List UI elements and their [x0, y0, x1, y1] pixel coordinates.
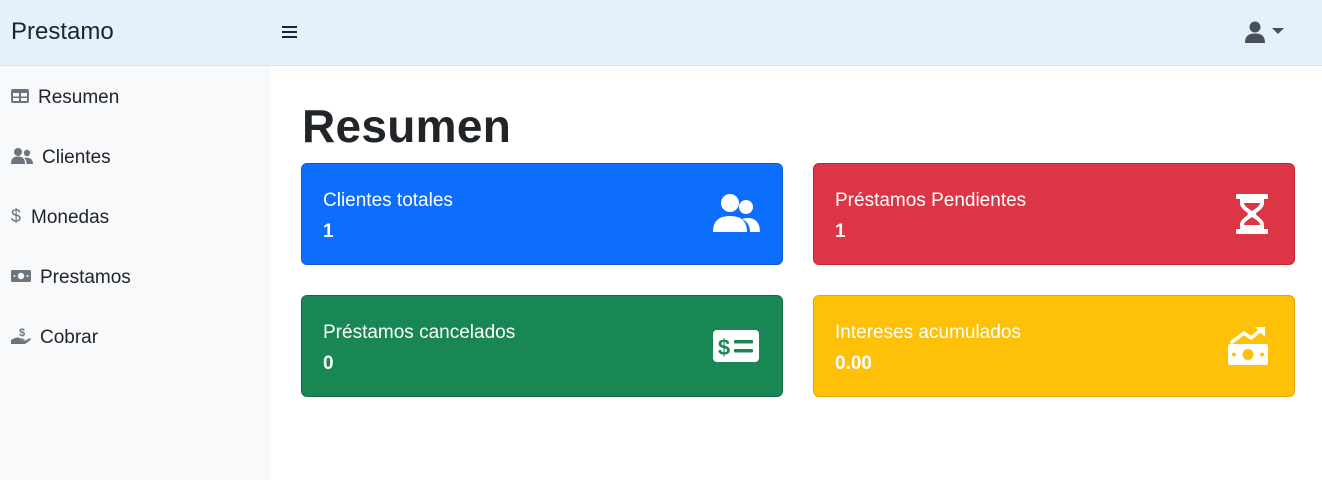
card-label: Préstamos cancelados: [323, 322, 516, 343]
svg-text:$: $: [19, 327, 25, 339]
sidebar-item-label: Clientes: [42, 147, 111, 168]
sidebar-toggle-button[interactable]: [280, 22, 300, 42]
sidebar-item-prestamos[interactable]: Prestamos: [0, 248, 271, 304]
sidebar: Resumen Clientes $ Monedas Prestamos $ C…: [0, 66, 271, 480]
sidebar-item-label: Prestamos: [40, 267, 131, 288]
card-clientes-totales[interactable]: Clientes totales 1: [301, 163, 783, 265]
card-intereses-acumulados[interactable]: Intereses acumulados 0.00: [813, 295, 1295, 397]
user-menu-dropdown[interactable]: [1243, 20, 1289, 46]
hand-holding-dollar-icon: $: [11, 327, 31, 344]
sidebar-item-monedas[interactable]: $ Monedas: [0, 188, 271, 244]
hourglass-icon: [1236, 194, 1268, 234]
sidebar-item-cobrar[interactable]: $ Cobrar: [0, 308, 271, 364]
card-value: 0.00: [835, 353, 872, 374]
dollar-icon: $: [11, 206, 21, 226]
card-label: Clientes totales: [323, 190, 453, 211]
card-value: 0: [323, 353, 334, 374]
brand-name[interactable]: Prestamo: [11, 18, 114, 46]
svg-text:$: $: [11, 206, 21, 226]
top-navbar: Prestamo: [0, 0, 1322, 66]
card-label: Intereses acumulados: [835, 322, 1021, 343]
money-bill-trend-up-icon: [1228, 327, 1268, 365]
sidebar-item-label: Monedas: [31, 207, 110, 228]
user-icon: [1245, 21, 1265, 43]
sidebar-item-resumen[interactable]: Resumen: [0, 68, 271, 124]
card-prestamos-pendientes[interactable]: Préstamos Pendientes 1: [813, 163, 1295, 265]
money-check-dollar-icon: $: [713, 330, 759, 362]
card-value: 1: [835, 221, 846, 242]
users-icon: [11, 148, 33, 164]
card-prestamos-cancelados[interactable]: Préstamos cancelados 0 $: [301, 295, 783, 397]
hamburger-icon: [282, 26, 297, 38]
users-icon: [713, 194, 760, 232]
sidebar-item-label: Resumen: [38, 87, 120, 108]
page-title: Resumen: [302, 100, 512, 152]
table-icon: [11, 89, 29, 103]
svg-text:$: $: [718, 335, 730, 360]
sidebar-item-label: Cobrar: [40, 327, 99, 348]
caret-down-icon: [1272, 28, 1284, 34]
money-bill-icon: [11, 270, 31, 282]
sidebar-item-clientes[interactable]: Clientes: [0, 128, 271, 184]
card-value: 1: [323, 221, 334, 242]
card-label: Préstamos Pendientes: [835, 190, 1027, 211]
